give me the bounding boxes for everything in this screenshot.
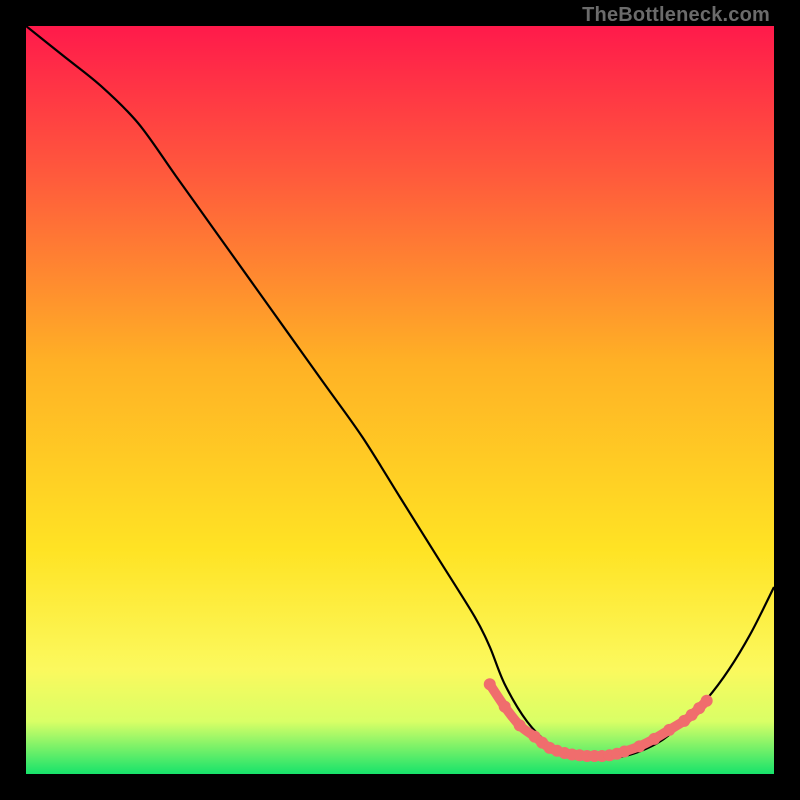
- optimal-zone-marker: [514, 719, 526, 731]
- optimal-zone-marker: [618, 746, 630, 758]
- optimal-zone-marker: [499, 701, 511, 713]
- bottleneck-chart: [26, 26, 774, 774]
- optimal-zone-marker: [633, 740, 645, 752]
- optimal-zone-marker: [484, 678, 496, 690]
- gradient-background: [26, 26, 774, 774]
- optimal-zone-marker: [663, 724, 675, 736]
- attribution-watermark: TheBottleneck.com: [582, 4, 770, 27]
- optimal-zone-marker: [701, 695, 713, 707]
- optimal-zone-marker: [648, 733, 660, 745]
- chart-frame: [26, 26, 774, 774]
